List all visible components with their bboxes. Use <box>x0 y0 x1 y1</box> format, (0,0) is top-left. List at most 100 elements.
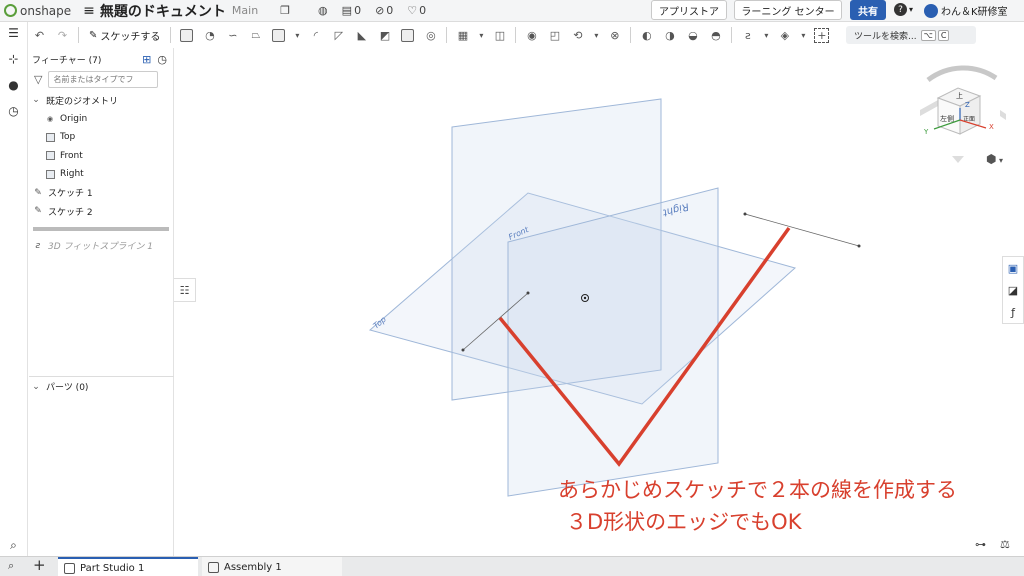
feature-list-icon[interactable]: ☰ <box>7 26 21 40</box>
tab-assembly-1[interactable]: Assembly 1 <box>202 557 342 576</box>
tree-item-sketch-2[interactable]: ✎ スケッチ 2 <box>29 202 173 221</box>
hole-icon[interactable]: ◎ <box>423 28 438 43</box>
mass-properties-icon[interactable]: ⚖ <box>1000 538 1010 551</box>
panel-toggle-button[interactable]: ☷ <box>174 278 196 302</box>
chevron-down-icon[interactable]: ▾ <box>478 28 484 43</box>
modify-fillet-icon[interactable]: ◐ <box>639 28 654 43</box>
fillet-icon[interactable]: ◜ <box>308 28 323 43</box>
sketch-line-2[interactable] <box>744 213 860 247</box>
mirror-icon[interactable]: ◫ <box>492 28 507 43</box>
default-geometry-folder[interactable]: ⌄ 既定のジオメトリ <box>29 91 173 110</box>
pattern-icon[interactable]: ▦ <box>455 28 470 43</box>
feature-filter-input[interactable] <box>48 70 159 88</box>
copy-icon[interactable]: ❐ <box>280 4 290 17</box>
transform-icon[interactable]: ⟲ <box>570 28 585 43</box>
chevron-down-icon[interactable]: ▾ <box>593 28 599 43</box>
search-icon[interactable]: ⌕ <box>7 538 21 552</box>
menu-icon[interactable]: ≡ <box>83 3 95 19</box>
appearance-icon[interactable]: ▣ <box>1008 262 1018 275</box>
user-name: わん＆K研修室 <box>941 7 1008 18</box>
rib-icon[interactable]: ◩ <box>377 28 392 43</box>
likes-counter[interactable]: ♡ 0 <box>407 4 426 17</box>
shell-icon[interactable] <box>400 28 415 43</box>
sketch-button[interactable]: ✎ スケッチする <box>89 28 160 43</box>
filter-icon[interactable]: ▽ <box>34 73 42 86</box>
tree-item-front[interactable]: Front <box>29 147 173 166</box>
tool-search-button[interactable]: ツールを検索... ⌥ C <box>846 26 976 44</box>
move-face-icon[interactable]: ◒ <box>685 28 700 43</box>
workspace-name[interactable]: Main <box>232 4 258 17</box>
filter-row: ▽ <box>29 70 173 88</box>
chamfer-icon[interactable]: ◸ <box>331 28 346 43</box>
sweep-icon[interactable]: ∽ <box>225 28 240 43</box>
chevron-down-icon[interactable]: ▾ <box>800 28 806 43</box>
onshape-logo[interactable]: onshape <box>4 4 71 18</box>
z-axis-label: Z <box>965 101 970 109</box>
thicken-icon[interactable] <box>271 28 286 43</box>
tree-item-fit-spline[interactable]: ƨ 3D フィットスプライン 1 <box>29 236 173 256</box>
comments-icon[interactable]: ● <box>7 78 21 92</box>
rollback-bar[interactable] <box>33 226 169 231</box>
shortcut-key: ⌥ <box>920 29 936 41</box>
split-icon[interactable]: ◰ <box>547 28 562 43</box>
document-title[interactable]: 無題のドキュメント <box>100 1 226 21</box>
links-counter[interactable]: ⊘ 0 <box>375 4 393 17</box>
origin-icon: ◉ <box>46 114 54 123</box>
revolve-icon[interactable]: ◔ <box>202 28 217 43</box>
rollback-timer-icon[interactable]: ◷ <box>157 53 167 66</box>
pencil-icon: ✎ <box>89 29 98 41</box>
tree-item-sketch-1[interactable]: ✎ スケッチ 1 <box>29 184 173 203</box>
tree-item-label: Top <box>60 132 76 143</box>
rotate-left-icon[interactable] <box>920 100 938 116</box>
render-icon[interactable]: ◪ <box>1008 284 1018 297</box>
rotate-arc-icon[interactable] <box>926 65 998 83</box>
sketch-point[interactable] <box>743 212 747 216</box>
user-menu[interactable]: わん＆K研修室 <box>924 3 1008 18</box>
measure-icon[interactable]: ⊶ <box>975 538 986 551</box>
add-tab-icon[interactable]: + <box>33 556 46 574</box>
chevron-down-icon[interactable]: ▾ <box>763 28 769 43</box>
curve-icon[interactable]: ƨ <box>740 28 755 43</box>
help-menu[interactable]: ? ▾ <box>894 3 913 16</box>
divider <box>170 27 172 43</box>
view-cube[interactable]: 上 左側 正面 Z Y X <box>920 65 1006 163</box>
tree-item-right[interactable]: Right <box>29 165 173 184</box>
sketch-label: スケッチする <box>100 31 161 43</box>
right-plane[interactable] <box>507 187 719 497</box>
chevron-down-icon[interactable]: ▾ <box>294 28 300 43</box>
extrude-icon[interactable] <box>179 28 194 43</box>
insert-icon[interactable]: ⊹ <box>7 52 21 66</box>
loft-icon[interactable]: ⏢ <box>248 28 263 43</box>
view-options-menu[interactable]: ⬢ ▾ <box>986 152 1003 166</box>
rotate-right-icon[interactable] <box>1000 110 1006 120</box>
parts-folder[interactable]: ⌄ パーツ (0) <box>29 376 174 396</box>
add-folder-icon[interactable]: ⊞ <box>142 53 151 66</box>
delete-face-icon[interactable]: ◑ <box>662 28 677 43</box>
sketch-point[interactable] <box>857 244 861 248</box>
draft-icon[interactable]: ◣ <box>354 28 369 43</box>
undo-icon[interactable]: ↶ <box>32 28 47 43</box>
feature-panel: フィーチャー (7) ⊞ ◷ ▽ ⌄ 既定のジオメトリ ◉ Origin Top… <box>29 48 174 556</box>
variables-icon[interactable]: ƒ <box>1011 306 1015 319</box>
mate-connector-icon[interactable]: + <box>814 27 830 43</box>
app-store-button[interactable]: アプリストア <box>651 0 727 20</box>
tree-item-top[interactable]: Top <box>29 128 173 147</box>
history-icon[interactable]: ◷ <box>7 104 21 118</box>
share-button[interactable]: 共有 <box>850 0 886 20</box>
rotate-down-icon[interactable] <box>952 156 964 163</box>
delete-part-icon[interactable]: ⊗ <box>607 28 622 43</box>
plane-icon[interactable]: ◈ <box>777 28 792 43</box>
replace-face-icon[interactable]: ◓ <box>708 28 723 43</box>
tree-item-origin[interactable]: ◉ Origin <box>29 110 173 129</box>
sketch-point[interactable] <box>461 348 465 352</box>
feature-count-label: フィーチャー (7) <box>32 55 102 66</box>
redo-icon[interactable]: ↷ <box>55 28 70 43</box>
search-tabs-icon[interactable]: ⌕ <box>8 559 14 573</box>
learning-center-button[interactable]: ラーニング センター <box>734 0 842 20</box>
globe-icon[interactable]: ◍ <box>318 4 328 17</box>
sketch-point[interactable] <box>526 291 530 295</box>
versions-counter[interactable]: ▤ 0 <box>342 4 361 17</box>
annotation-line-1: あらかじめスケッチで２本の線を作成する <box>558 478 957 502</box>
boolean-icon[interactable]: ◉ <box>524 28 539 43</box>
tab-part-studio-1[interactable]: Part Studio 1 <box>58 557 198 576</box>
